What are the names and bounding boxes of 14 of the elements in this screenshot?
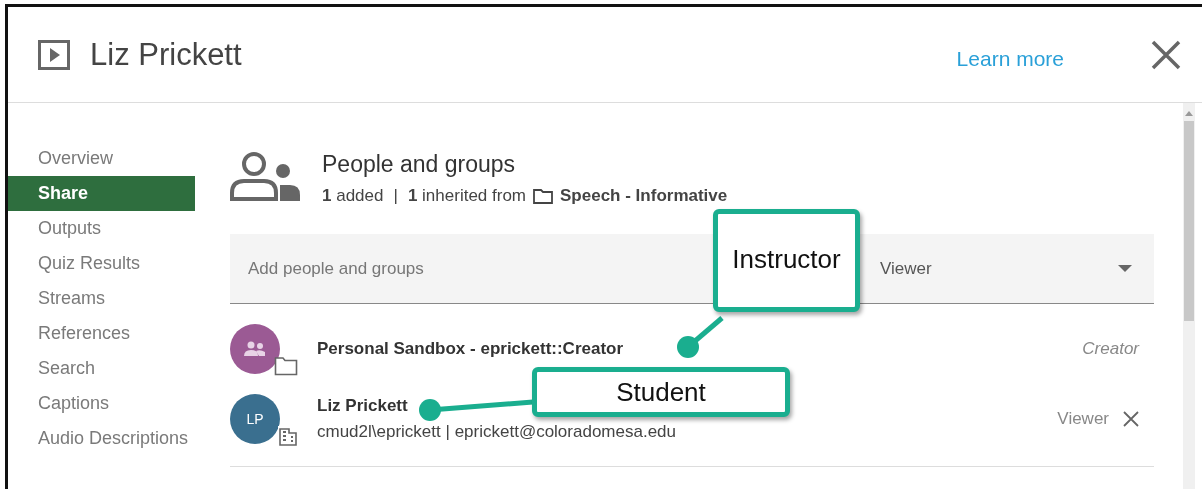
separator: |: [393, 186, 398, 206]
callout-label: Instructor: [713, 209, 860, 312]
member-detail: cmud2l\eprickett | eprickett@coloradomesa.edu: [317, 422, 676, 442]
callout-label: Student: [532, 367, 790, 417]
member-name: Personal Sandbox - eprickett::Creator: [317, 339, 624, 359]
added-count: 1 added: [322, 186, 384, 206]
member-name: Liz Prickett: [317, 396, 408, 416]
section-title: People and groups: [322, 151, 517, 178]
avatar: LP: [230, 394, 280, 444]
folder-name: Speech - Informative: [560, 186, 728, 206]
inherited-count: 1 inherited from: [407, 186, 527, 206]
member-role: Creator: [1082, 339, 1139, 359]
window-title: Liz Prickett: [90, 36, 242, 73]
member-role: Viewer: [1057, 409, 1109, 429]
